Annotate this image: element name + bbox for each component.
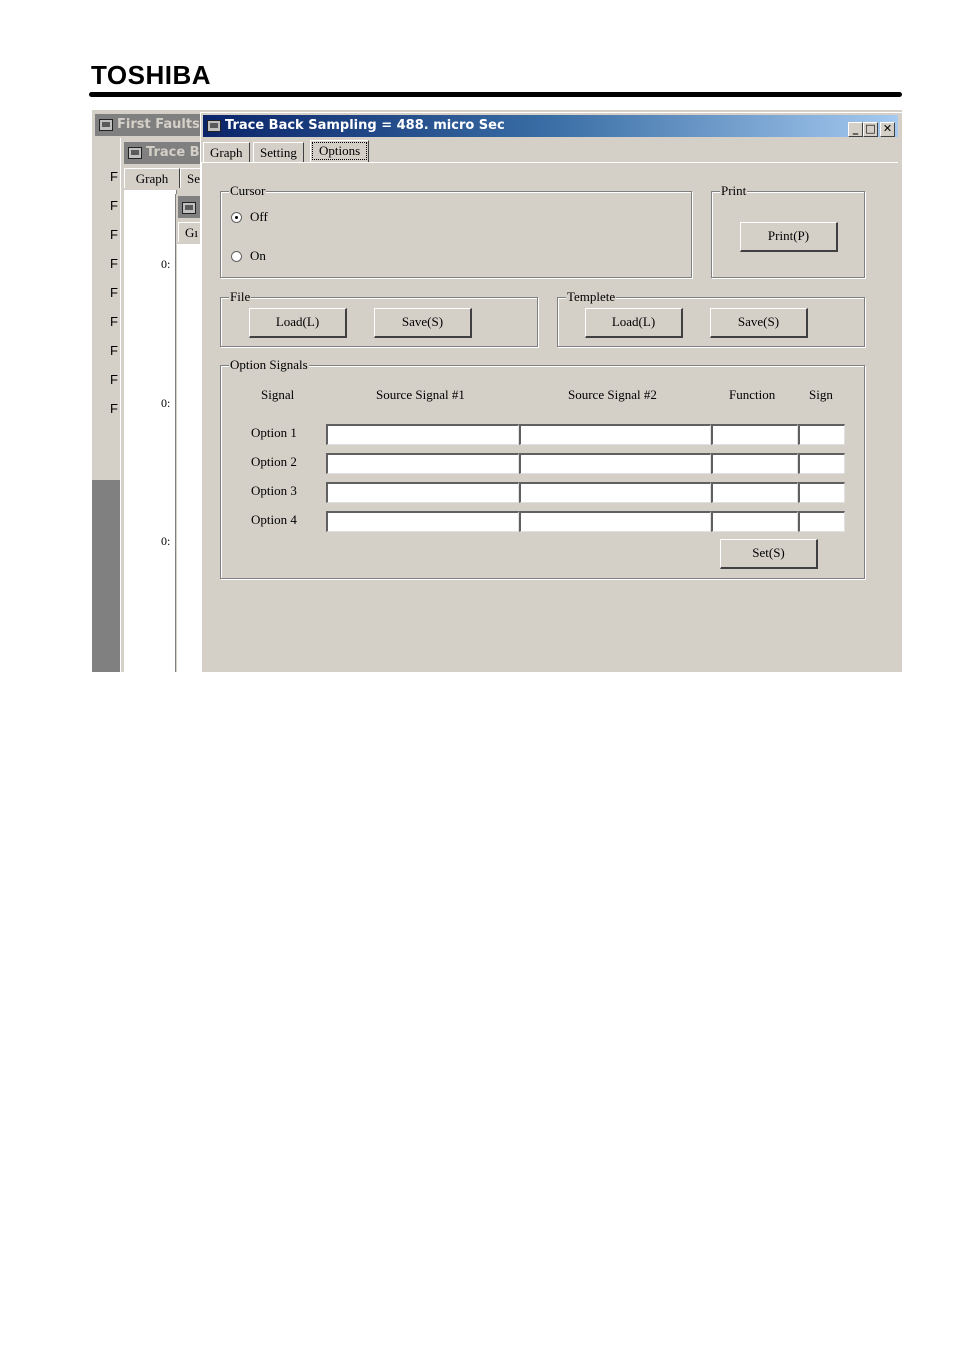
trace-b-titlebar[interactable]: Trace B	[124, 142, 204, 164]
file-group: File Load(L) Save(S)	[220, 289, 538, 347]
cursor-legend: Cursor	[229, 183, 267, 199]
file-load-button[interactable]: Load(L)	[249, 308, 347, 338]
sign-field[interactable]	[798, 511, 845, 532]
axis-label: 0:	[161, 534, 171, 548]
option-signals-group: Option Signals Signal Source Signal #1 S…	[220, 357, 865, 579]
axis-label: 0:	[161, 257, 171, 271]
close-button[interactable]: ✕	[880, 122, 895, 137]
print-legend: Print	[720, 183, 748, 199]
tab-graph[interactable]: Graph	[203, 142, 250, 162]
file-save-button[interactable]: Save(S)	[374, 308, 472, 338]
function-field[interactable]	[711, 482, 798, 503]
fault-list-item[interactable]: F	[110, 256, 118, 271]
source-signal-1-field[interactable]	[326, 482, 519, 503]
print-group: Print Print(P)	[711, 183, 865, 278]
column-header-signal: Signal	[261, 387, 295, 402]
template-group: Templete Load(L) Save(S)	[557, 289, 865, 347]
source-signal-2-field[interactable]	[519, 482, 711, 503]
radio-unchecked-icon	[231, 250, 242, 262]
trace-b-title: Trace B	[146, 145, 200, 160]
trace-back-window[interactable]: Trace Back Sampling = 488. micro Sec _ □ ✕…	[200, 112, 902, 672]
computer-icon	[207, 119, 221, 132]
print-button[interactable]: Print(P)	[740, 222, 838, 252]
template-legend: Templete	[566, 289, 617, 305]
fault-list-item[interactable]: F	[110, 401, 118, 416]
option-signals-legend: Option Signals	[229, 357, 309, 373]
set-button[interactable]: Set(S)	[720, 539, 818, 569]
option-row-label: Option 2	[251, 454, 297, 469]
template-save-button[interactable]: Save(S)	[710, 308, 808, 338]
sign-field[interactable]	[798, 453, 845, 474]
header-rule	[89, 92, 902, 97]
tab-setting[interactable]: Setting	[253, 142, 304, 162]
third-window-icon-box	[178, 196, 202, 218]
computer-icon	[182, 201, 196, 214]
source-signal-2-field[interactable]	[519, 453, 711, 474]
trace-b-tab-graph[interactable]: Graph	[124, 168, 180, 188]
cursor-on-label: On	[250, 248, 266, 263]
column-header-sign: Sign	[809, 387, 833, 402]
tab-panel: Cursor Off On Print Print(P) File Load(L…	[201, 162, 898, 672]
option-row-label: Option 1	[251, 425, 297, 440]
function-field[interactable]	[711, 453, 798, 474]
tab-options[interactable]: Options	[310, 140, 370, 162]
cursor-on-radio[interactable]: On	[231, 248, 266, 264]
computer-icon	[99, 118, 113, 131]
cursor-group: Cursor Off On	[220, 183, 692, 278]
computer-icon	[128, 146, 142, 159]
source-signal-1-field[interactable]	[326, 424, 519, 445]
fault-list-item[interactable]: F	[110, 198, 118, 213]
source-signal-2-field[interactable]	[519, 424, 711, 445]
axis-label: 0:	[161, 396, 171, 410]
function-field[interactable]	[711, 424, 798, 445]
fault-list-item[interactable]: F	[110, 169, 118, 184]
window-title: Trace Back Sampling = 488. micro Sec	[225, 118, 505, 133]
fault-list-item[interactable]: F	[110, 227, 118, 242]
first-faults-title: First Faults	[117, 117, 200, 132]
column-header-source1: Source Signal #1	[376, 387, 465, 402]
minimize-button[interactable]: _	[848, 122, 863, 137]
template-load-button[interactable]: Load(L)	[585, 308, 683, 338]
column-header-source2: Source Signal #2	[568, 387, 657, 402]
file-legend: File	[229, 289, 252, 305]
sign-field[interactable]	[798, 482, 845, 503]
fault-list-item[interactable]: F	[110, 343, 118, 358]
trace-back-titlebar[interactable]: Trace Back Sampling = 488. micro Sec _ □ ✕	[203, 115, 898, 137]
option-row-label: Option 4	[251, 512, 297, 527]
first-faults-titlebar[interactable]: First Faults	[95, 114, 201, 136]
maximize-button[interactable]: □	[863, 122, 878, 137]
cursor-off-label: Off	[250, 209, 268, 224]
cursor-off-radio[interactable]: Off	[231, 209, 268, 225]
sign-field[interactable]	[798, 424, 845, 445]
radio-checked-icon	[231, 211, 242, 223]
option-row-label: Option 3	[251, 483, 297, 498]
source-signal-1-field[interactable]	[326, 511, 519, 532]
gray-area	[92, 480, 122, 672]
column-header-function: Function	[729, 387, 776, 402]
source-signal-1-field[interactable]	[326, 453, 519, 474]
fault-list-item[interactable]: F	[110, 285, 118, 300]
fault-list-item[interactable]: F	[110, 372, 118, 387]
fault-list-item[interactable]: F	[110, 314, 118, 329]
source-signal-2-field[interactable]	[519, 511, 711, 532]
function-field[interactable]	[711, 511, 798, 532]
brand-logo: TOSHIBA	[91, 60, 212, 90]
screenshot-area: First Faults FFFFFFFFF Trace B Graph Se …	[91, 110, 902, 672]
